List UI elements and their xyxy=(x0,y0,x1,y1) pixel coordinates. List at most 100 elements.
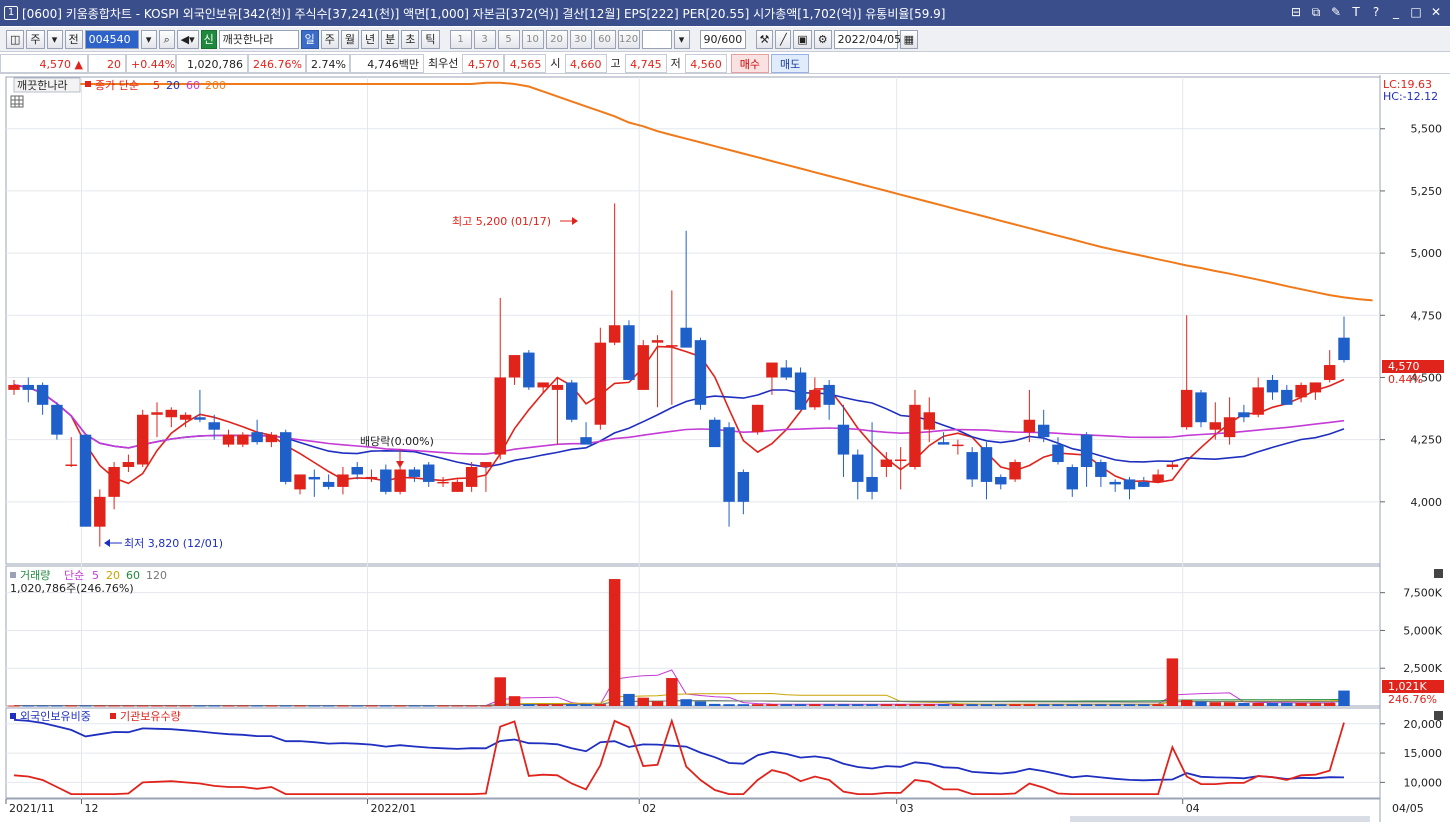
volume-bar xyxy=(1266,702,1279,706)
tick-20[interactable]: 20 xyxy=(545,29,568,49)
turnover-rate: 2.74% xyxy=(306,53,350,73)
copy-window-icon[interactable]: ⧉ xyxy=(1308,4,1324,20)
interval-minute[interactable]: 분 xyxy=(381,29,400,49)
volume-bar xyxy=(36,705,49,707)
volume-bar xyxy=(794,704,807,706)
period-select[interactable]: 주 xyxy=(26,29,45,49)
speaker-icon[interactable]: ◀▾ xyxy=(176,29,199,49)
title-bar: 1 [0600] 키움종합차트 - KOSPI 외국인보유[342(천)] 주식… xyxy=(0,0,1450,26)
candle-body xyxy=(1209,422,1222,430)
candle-body xyxy=(723,427,735,502)
volume-ma-label: 단순 xyxy=(64,569,84,582)
volume-y-tick-label: 7,500K xyxy=(1403,587,1442,600)
candle-body xyxy=(1095,462,1107,477)
count-input[interactable]: 90/600 xyxy=(699,29,746,49)
volume-ma-5: 5 xyxy=(92,569,99,582)
candle-body xyxy=(322,481,335,487)
interval-day[interactable]: 일 xyxy=(300,29,319,49)
volume-bar xyxy=(65,705,77,707)
volume-bar xyxy=(580,704,592,706)
price-change: 20 xyxy=(88,53,126,73)
tick-5[interactable]: 5 xyxy=(497,29,520,49)
gear-icon[interactable]: ⚙ xyxy=(813,29,832,49)
volume-bar xyxy=(1080,704,1093,706)
minimize-icon[interactable]: _ xyxy=(1388,4,1404,20)
chevron-down-icon[interactable]: ▾ xyxy=(46,29,63,49)
candle-body xyxy=(551,384,564,390)
tick-30[interactable]: 30 xyxy=(569,29,592,49)
close-icon[interactable]: ✕ xyxy=(1428,4,1444,20)
candle-body xyxy=(136,414,149,465)
tick-3[interactable]: 3 xyxy=(473,29,496,49)
new-listing-badge: 신 xyxy=(200,29,217,49)
draw-line-icon[interactable]: ╱ xyxy=(775,29,792,49)
sell-button[interactable]: 매도 xyxy=(771,53,810,73)
tick-10[interactable]: 10 xyxy=(521,29,544,49)
indicator-icon[interactable]: ⚒ xyxy=(755,29,774,49)
volume-current-tag-text: 1,021K xyxy=(1388,680,1427,693)
volume-bar xyxy=(666,678,678,706)
date-field[interactable]: 2022/04/05 xyxy=(833,29,901,49)
volume-bar xyxy=(809,704,821,706)
volume-bar xyxy=(108,705,120,707)
candle-body xyxy=(194,417,206,420)
text-tool-icon[interactable]: T xyxy=(1348,4,1364,20)
buy-button[interactable]: 매수 xyxy=(730,53,769,73)
tick-1[interactable]: 1 xyxy=(449,29,472,49)
volume-panel-menu-icon[interactable] xyxy=(1434,569,1443,578)
layout-icon[interactable]: ◫ xyxy=(6,29,25,49)
interval-week[interactable]: 주 xyxy=(320,29,339,49)
holdings-panel-menu-icon[interactable] xyxy=(1434,711,1443,720)
candle-body xyxy=(537,382,549,388)
pin-icon[interactable]: ✎ xyxy=(1328,4,1344,20)
tick-60[interactable]: 60 xyxy=(593,29,616,49)
window-controls: ⊟ ⧉ ✎ T ? _ □ ✕ xyxy=(1288,4,1444,20)
price-y-tick-label: 4,750 xyxy=(1411,309,1443,322)
low-label: 저 xyxy=(670,56,681,70)
all-market-button[interactable]: 전 xyxy=(64,29,83,49)
low-annotation: 최저 3,820 (12/01) xyxy=(124,537,223,550)
candle-body xyxy=(1109,481,1121,485)
candle-body xyxy=(1223,417,1236,438)
volume-bar xyxy=(94,705,106,707)
tick-custom-input[interactable] xyxy=(641,29,672,49)
candle-body xyxy=(909,404,921,467)
chart-area[interactable]: 깨끗한나라 종가 단순 5 20 60 200 LC:19.63 HC:-12.… xyxy=(0,75,1450,822)
chart-canvas[interactable]: 깨끗한나라 종가 단순 5 20 60 200 LC:19.63 HC:-12.… xyxy=(0,75,1450,822)
volume-bar xyxy=(1281,702,1293,706)
maximize-icon[interactable]: □ xyxy=(1408,4,1424,20)
stock-name-field[interactable]: 깨끗한나라 xyxy=(218,29,299,49)
volume-bar xyxy=(995,704,1007,706)
volume-bar xyxy=(394,705,406,707)
volume-bar xyxy=(1180,699,1193,706)
candle-body xyxy=(308,476,321,480)
volume-bar xyxy=(980,704,993,706)
code-dropdown-icon[interactable]: ▾ xyxy=(140,29,157,49)
bid-price: 4,565 xyxy=(504,53,547,73)
candle-body xyxy=(508,355,521,378)
interval-month[interactable]: 월 xyxy=(340,29,360,49)
search-icon[interactable]: ⌕ xyxy=(158,29,175,49)
calendar-icon[interactable]: ▦ xyxy=(899,29,919,49)
horizontal-scrollbar[interactable] xyxy=(1070,816,1370,822)
holdings-y-axis: 20,00015,00010,000 xyxy=(1380,718,1442,789)
volume-bar xyxy=(852,704,864,706)
interval-year[interactable]: 년 xyxy=(361,29,380,49)
x-tick-label: 12 xyxy=(85,802,99,815)
candle-body xyxy=(51,404,63,435)
tick-120[interactable]: 120 xyxy=(617,29,640,49)
tick-dropdown-icon[interactable]: ▾ xyxy=(673,29,690,49)
volume-bar xyxy=(709,703,721,706)
volume-bar xyxy=(837,704,850,706)
help-icon[interactable]: ? xyxy=(1368,4,1384,20)
grid-toggle-icon[interactable] xyxy=(10,95,24,108)
candle-body xyxy=(437,481,449,484)
save-icon[interactable]: ▣ xyxy=(793,29,812,49)
stock-code-input[interactable]: 004540 xyxy=(84,29,139,49)
candle-body xyxy=(1166,464,1179,467)
candle-body xyxy=(280,432,292,482)
institution-holding-label: 기관보유수량 xyxy=(120,710,181,723)
interval-second[interactable]: 초 xyxy=(401,29,420,49)
tile-icon[interactable]: ⊟ xyxy=(1288,4,1304,20)
interval-tick[interactable]: 틱 xyxy=(421,29,440,49)
